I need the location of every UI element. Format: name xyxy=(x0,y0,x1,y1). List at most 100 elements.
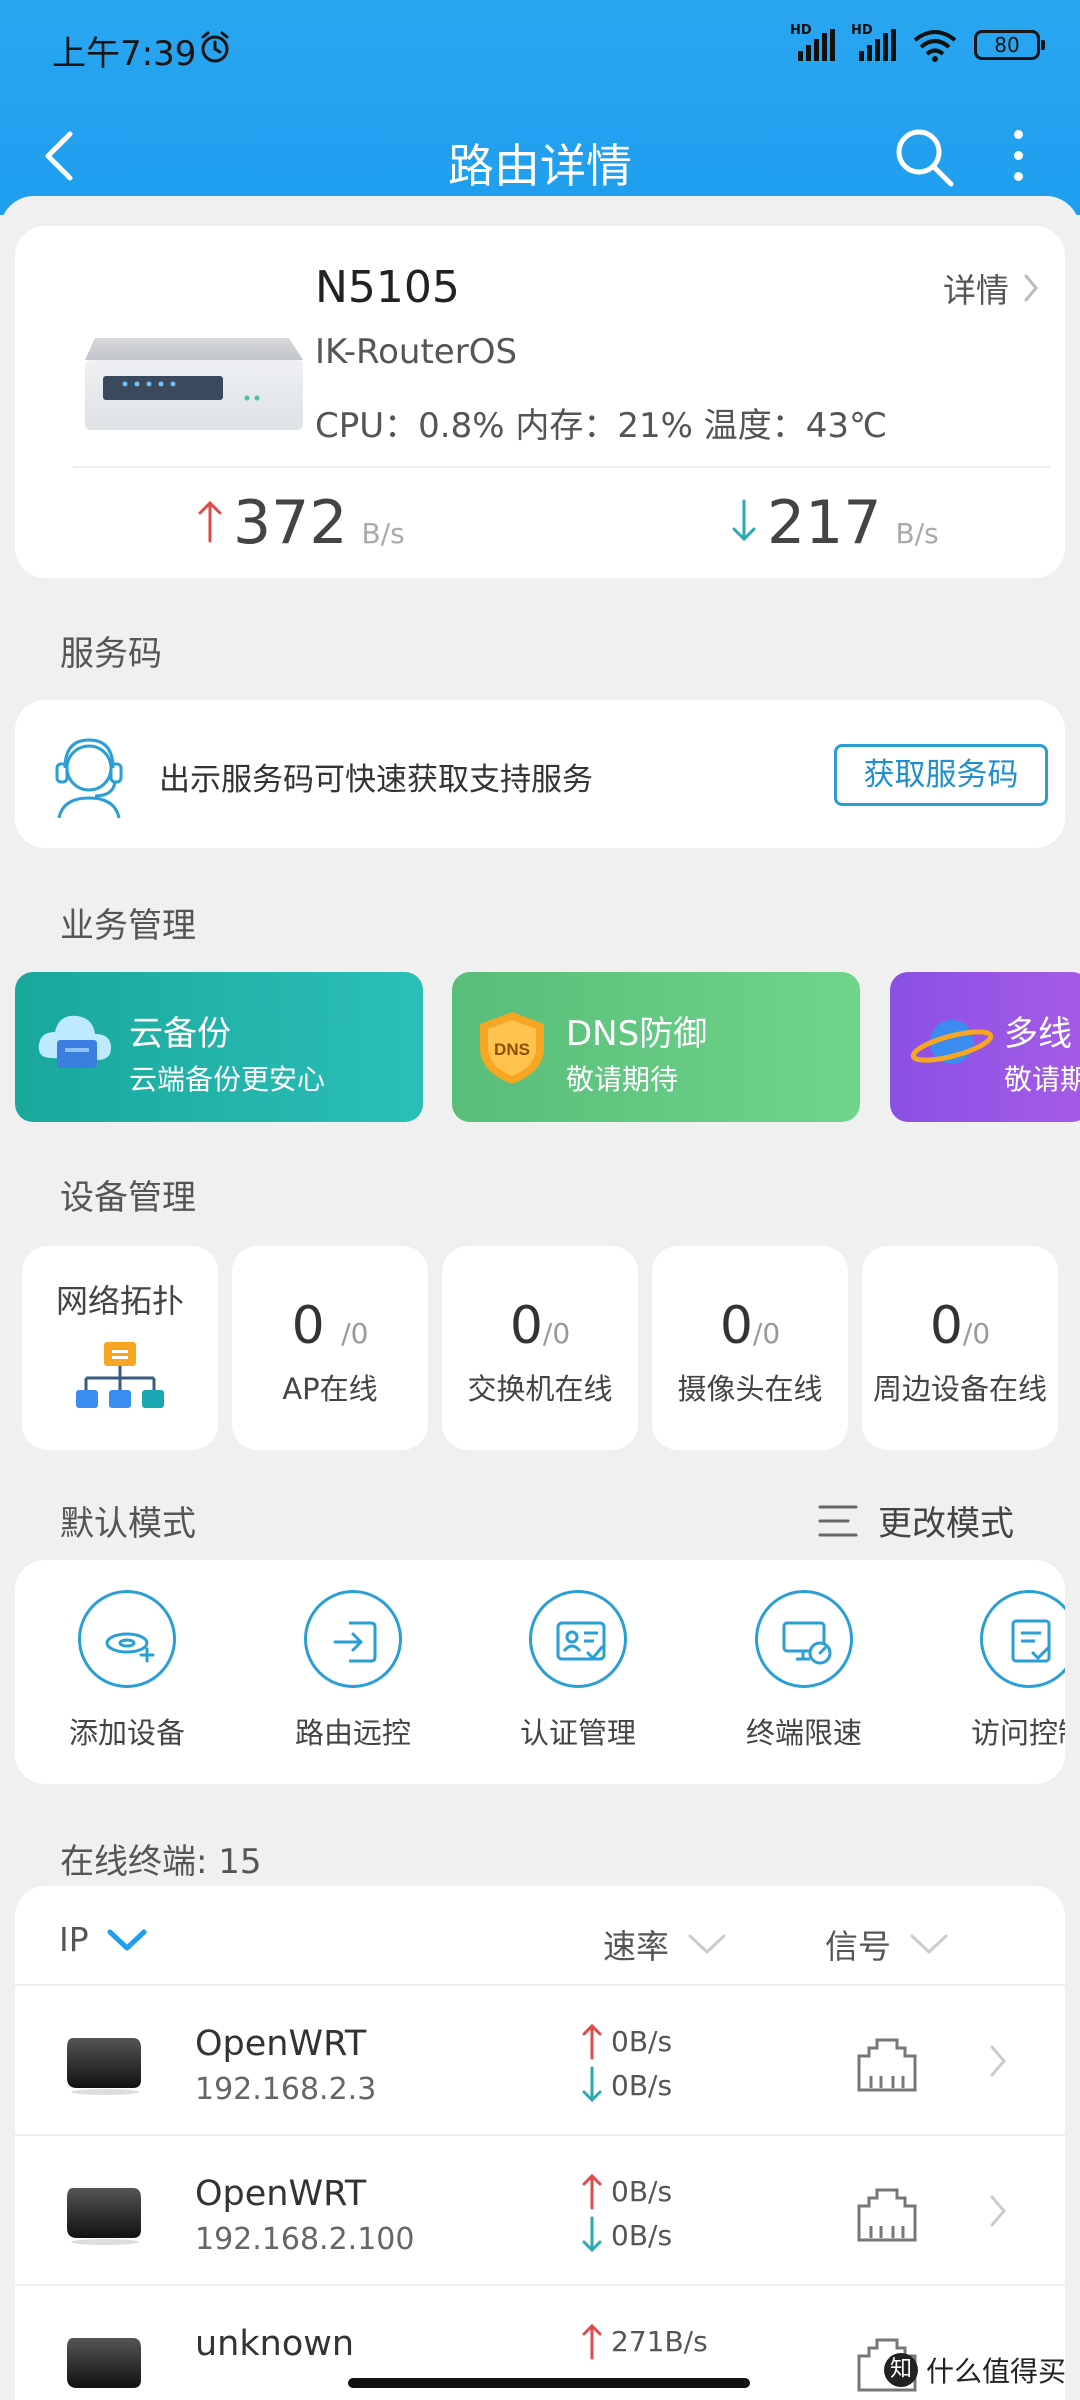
terminal-name: unknown xyxy=(195,2324,355,2364)
mode-section-title: 默认模式 xyxy=(60,1504,196,1544)
camera-online-card[interactable]: 0/0 摄像头在线 xyxy=(652,1246,848,1450)
ethernet-port-icon xyxy=(857,2188,917,2242)
search-icon[interactable] xyxy=(893,126,957,190)
planet-icon xyxy=(910,1020,994,1064)
access-control-icon xyxy=(1011,1619,1051,1663)
router-detail-link[interactable]: 详情 xyxy=(943,264,1039,312)
arrow-down-icon xyxy=(732,499,756,542)
device-section-title: 设备管理 xyxy=(60,1178,196,1218)
access-control-label: 访问控制 xyxy=(970,1716,1065,1750)
multi-line-card[interactable]: 多线 敬请期 xyxy=(890,972,1080,1122)
terminal-name: OpenWRT xyxy=(195,2174,367,2214)
download-unit: B/s xyxy=(895,517,939,550)
terminal-ip: 192.168.2.100 xyxy=(195,2222,415,2257)
ap-online-label: AP在线 xyxy=(282,1372,378,1406)
mode-shortcuts-card: 添加设备 路由远控 认证管理 终端限速 访问控 xyxy=(15,1560,1065,1784)
alarm-icon xyxy=(201,31,229,63)
chevron-right-icon xyxy=(990,2195,1006,2227)
watermark: 知 什么值得买 xyxy=(883,2350,1066,2390)
dns-shield-icon: DNS xyxy=(480,1012,544,1084)
peripheral-online-count: 0/0 xyxy=(929,1296,991,1356)
access-control-shortcut[interactable]: 访问控制 xyxy=(949,1590,1065,1752)
nav-bar: 路由详情 xyxy=(0,100,1080,210)
arrow-up-icon xyxy=(198,500,222,543)
terminal-speed-limit-label: 终端限速 xyxy=(745,1716,862,1750)
menu-lines-icon xyxy=(818,1505,858,1536)
home-indicator[interactable] xyxy=(348,2378,750,2388)
arrow-up-icon xyxy=(582,2173,602,2210)
sort-by-ip[interactable]: IP xyxy=(59,1920,147,1959)
router-remote-label: 路由远控 xyxy=(294,1716,411,1750)
divider xyxy=(73,466,1051,468)
network-topology-card[interactable]: 网络拓扑 xyxy=(22,1246,218,1450)
auth-management-shortcut[interactable]: 认证管理 xyxy=(498,1590,658,1752)
cellular-signal-2-icon: HD xyxy=(851,23,896,61)
chevron-down-icon xyxy=(910,1934,948,1954)
dns-defense-card[interactable]: DNS DNS防御 敬请期待 xyxy=(452,972,860,1122)
download-value: 217 xyxy=(767,488,882,558)
change-mode-button[interactable]: 更改模式 xyxy=(818,1496,1014,1545)
download-speed: 217 B/s xyxy=(731,488,939,558)
watermark-logo: 知 xyxy=(883,2353,918,2387)
switch-online-card[interactable]: 0/0 交换机在线 xyxy=(442,1246,638,1450)
peripheral-online-card[interactable]: 0/0 周边设备在线 xyxy=(862,1246,1058,1450)
chevron-down-icon xyxy=(107,1929,147,1950)
router-device-image xyxy=(85,338,303,430)
device-box-icon xyxy=(67,2038,141,2095)
upload-value: 372 xyxy=(233,488,348,558)
sort-by-rate[interactable]: 速率 xyxy=(603,1920,727,1968)
terminal-upload-value: 0B/s xyxy=(611,2024,673,2058)
upload-speed: 372 B/s xyxy=(197,488,405,558)
terminal-upload: 0B/s xyxy=(581,2022,672,2060)
router-stats: CPU：0.8% 内存：21% 温度：43℃ xyxy=(315,406,888,446)
arrow-down-icon xyxy=(582,2066,602,2103)
terminal-row[interactable]: OpenWRT 192.168.2.100 0B/s 0B/s xyxy=(15,2136,1065,2286)
terminals-section-title: 在线终端: 15 xyxy=(60,1842,262,1882)
id-card-icon xyxy=(556,1621,606,1661)
device-box-icon xyxy=(67,2338,141,2388)
cellular-signal-1-icon: HD xyxy=(790,23,835,61)
wifi-icon xyxy=(913,30,957,62)
ap-online-count: 0 /0 xyxy=(291,1296,369,1356)
ip-header-label: IP xyxy=(59,1920,89,1959)
cloud-backup-card[interactable]: 云备份 云端备份更安心 xyxy=(15,972,423,1122)
terminal-ip: 192.168.2.3 xyxy=(195,2072,377,2107)
topology-icon xyxy=(76,1342,164,1408)
battery-indicator: 80 xyxy=(974,30,1045,60)
arrow-up-icon xyxy=(582,2323,602,2360)
add-device-shortcut[interactable]: 添加设备 xyxy=(47,1590,207,1752)
chevron-right-icon xyxy=(990,2045,1006,2077)
terminal-row[interactable]: OpenWRT 192.168.2.3 0B/s 0B/s xyxy=(15,1986,1065,2136)
network-topology-title: 网络拓扑 xyxy=(55,1282,184,1320)
upload-unit: B/s xyxy=(361,517,405,550)
chevron-down-icon xyxy=(688,1934,726,1954)
watermark-text: 什么值得买 xyxy=(925,2355,1066,2388)
get-service-code-button[interactable]: 获取服务码 xyxy=(834,744,1048,806)
cloud-backup-title: 云备份 xyxy=(129,1014,231,1054)
remote-login-icon xyxy=(333,1621,377,1663)
router-remote-shortcut[interactable]: 路由远控 xyxy=(273,1590,433,1752)
service-description: 出示服务码可快速获取支持服务 xyxy=(159,762,593,798)
sort-by-signal[interactable]: 信号 xyxy=(825,1920,949,1968)
ap-online-card[interactable]: 0 /0 AP在线 xyxy=(232,1246,428,1450)
dns-defense-title: DNS防御 xyxy=(566,1014,708,1054)
terminal-download: 0B/s xyxy=(581,2216,672,2254)
switch-online-label: 交换机在线 xyxy=(467,1372,613,1406)
add-device-icon xyxy=(105,1632,155,1663)
monitor-speed-icon xyxy=(782,1621,832,1665)
terminal-upload-value: 271B/s xyxy=(611,2324,708,2358)
auth-management-label: 认证管理 xyxy=(519,1716,636,1750)
status-bar: 上午7:39 HD HD 80 xyxy=(0,0,1080,100)
camera-online-count: 0/0 xyxy=(719,1296,781,1356)
terminal-upload-value: 0B/s xyxy=(611,2174,673,2208)
router-info-card[interactable]: N5105 详情 IK-RouterOS CPU：0.8% 内存：21% 温度：… xyxy=(15,226,1065,578)
arrow-down-icon xyxy=(582,2216,602,2253)
more-vertical-icon[interactable] xyxy=(1006,130,1030,184)
terminal-speed-limit-shortcut[interactable]: 终端限速 xyxy=(724,1590,884,1752)
service-section-title: 服务码 xyxy=(60,634,162,674)
customer-service-icon xyxy=(55,738,123,819)
service-code-card: 出示服务码可快速获取支持服务 获取服务码 xyxy=(15,700,1065,848)
router-detail-label: 详情 xyxy=(943,271,1009,310)
router-name: N5105 xyxy=(315,262,460,313)
terminal-upload: 0B/s xyxy=(581,2172,672,2210)
